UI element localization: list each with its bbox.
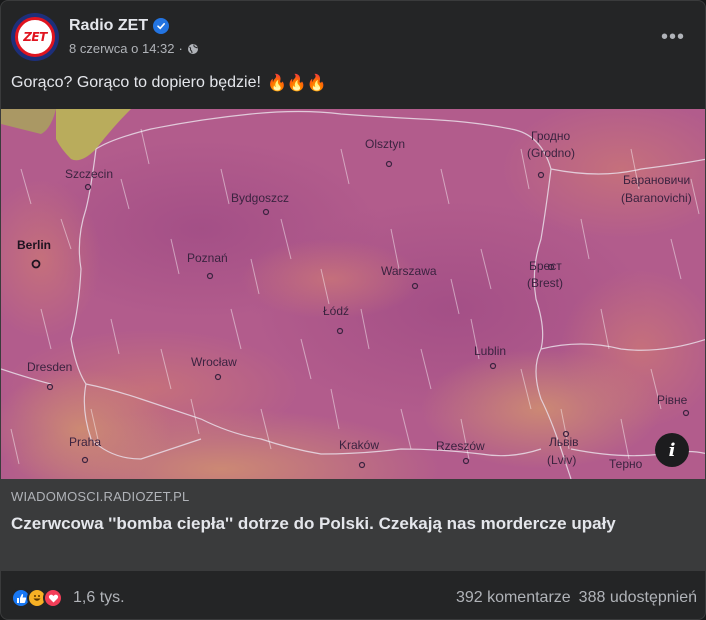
city-label-rzeszow: Rzeszów [436,439,485,453]
city-label-grodno-latin: (Grodno) [527,146,576,160]
city-label-baranovichi: Барановичи [623,173,691,187]
city-label-rivne: Рівне [657,393,688,407]
meta-separator: · [178,41,183,56]
page-name-link[interactable]: Radio ZET [69,17,148,35]
heat-map-image[interactable]: Szczecin Olsztyn Гродно (Grodno) Баранов… [1,109,705,479]
globe-icon [187,43,199,55]
city-label-baranovichi-latin: (Baranovichi) [621,191,692,205]
post-meta: 8 czerwca o 14:32 · [69,41,199,56]
post-timestamp[interactable]: 8 czerwca o 14:32 [69,41,175,56]
city-label-lodz: Łódź [323,304,350,318]
fire-emoji-icons: 🔥🔥🔥 [266,75,327,92]
link-title: Czerwcowa ''bomba ciepła'' dotrze do Pol… [11,514,616,533]
map-background [1,109,705,479]
avatar-logo-text: ZET [23,30,47,44]
city-label-ternopil: Терно [609,457,643,471]
more-options-button[interactable]: ••• [655,19,691,55]
page-name-row: Radio ZET [69,17,170,35]
caption-text: Gorąco? Gorąco to dopiero będzie! [11,74,261,91]
city-label-brest: Брест [529,259,562,273]
reaction-count[interactable]: 1,6 tys. [73,589,125,607]
city-label-brest-latin: (Brest) [527,276,563,290]
city-label-lviv-latin: (Lviv) [547,453,577,467]
city-label-berlin: Berlin [17,238,52,252]
city-label-poznan: Poznań [187,251,228,265]
city-label-krakow: Kraków [339,438,380,452]
page-avatar[interactable]: ZET [11,13,59,61]
more-dots-icon: ••• [660,26,685,48]
city-label-wroclaw: Wrocław [191,355,237,369]
post-stats: 392 komentarze 388 udostępnień [456,589,697,607]
post-footer: 1,6 tys. 392 komentarze 388 udostępnień [11,581,697,615]
city-label-dresden: Dresden [27,360,73,374]
shares-count[interactable]: 388 udostępnień [579,589,697,607]
link-preview[interactable]: WIADOMOSCI.RADIOZET.PL Czerwcowa ''bomba… [1,479,705,571]
city-label-bydgoszcz: Bydgoszcz [231,191,290,205]
info-button[interactable]: i [655,433,689,467]
city-label-praha: Praha [69,435,102,449]
city-label-lviv: Львів [549,435,579,449]
city-label-grodno: Гродно [531,129,571,143]
city-label-olsztyn: Olsztyn [365,137,406,151]
reactions-summary[interactable]: 1,6 tys. [11,588,125,608]
city-label-warszawa: Warszawa [381,264,437,278]
verified-badge-icon [153,18,170,34]
city-label-szczecin: Szczecin [65,167,114,181]
link-domain: WIADOMOSCI.RADIOZET.PL [11,489,190,504]
radio-zet-logo: ZET [15,17,55,57]
city-label-lublin: Lublin [474,344,507,358]
comments-count[interactable]: 392 komentarze [456,589,571,607]
love-reaction-icon [43,588,63,608]
info-icon: i [668,439,676,461]
facebook-post: ZET Radio ZET 8 czerwca o 14:32 · ••• Go… [0,0,706,620]
post-caption: Gorąco? Gorąco to dopiero będzie! 🔥🔥🔥 [11,73,327,93]
post-header: ZET Radio ZET 8 czerwca o 14:32 · ••• [11,13,701,61]
